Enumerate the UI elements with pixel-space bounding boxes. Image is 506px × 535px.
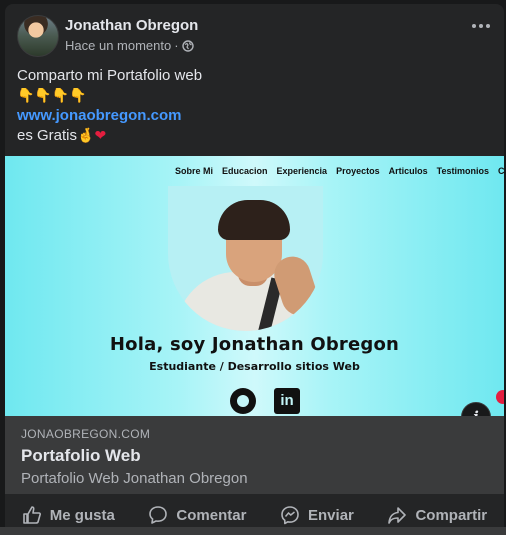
post-time[interactable]: Hace un momento bbox=[65, 38, 171, 53]
preview-nav-item: Experiencia bbox=[276, 166, 328, 176]
preview-hero-title: Hola, soy Jonathan Obregon bbox=[109, 334, 400, 355]
corner-badge-icon bbox=[496, 390, 504, 404]
preview-nav-item: Co bbox=[497, 166, 504, 176]
share-icon bbox=[388, 507, 407, 524]
post-text-line: Comparto mi Portafolio web bbox=[17, 67, 203, 84]
globe-icon[interactable] bbox=[181, 39, 194, 52]
preview-nav-item: Articulos bbox=[388, 166, 428, 176]
link-title[interactable]: Portafolio Web bbox=[21, 446, 141, 466]
send-label: Enviar bbox=[308, 506, 354, 524]
like-label: Me gusta bbox=[49, 506, 115, 524]
crossed-fingers-emoji: 🤞 bbox=[77, 128, 95, 144]
linkedin-icon: in bbox=[274, 388, 300, 414]
preview-hero-subtitle: Estudiante / Desarrollo sitios Web bbox=[149, 360, 360, 373]
preview-nav-item: Testimonios bbox=[436, 166, 489, 176]
post-text: Comparto mi Portafolio web 👇👇👇👇 www.jona… bbox=[17, 66, 202, 146]
heart-emoji: ❤ bbox=[94, 128, 107, 144]
preview-nav-item: Proyectos bbox=[336, 166, 380, 176]
link-description: Portafolio Web Jonathan Obregon bbox=[21, 470, 248, 487]
share-label: Compartir bbox=[415, 506, 488, 524]
post-meta: Hace un momento · bbox=[65, 38, 194, 53]
preview-nav-item: Educacion bbox=[222, 166, 268, 176]
feed-post: Jonathan Obregon Hace un momento · Compa… bbox=[5, 4, 504, 535]
link-domain: JONAOBREGON.COM bbox=[21, 427, 151, 441]
link-card[interactable]: JONAOBREGON.COM Portafolio Web Portafoli… bbox=[5, 416, 504, 494]
comment-icon bbox=[149, 506, 168, 524]
pointing-down-emojis: 👇👇👇👇 bbox=[17, 88, 87, 104]
preview-nav-item: Sobre Mi bbox=[175, 166, 214, 176]
share-button[interactable]: Compartir bbox=[387, 505, 487, 525]
preview-social-icons: in bbox=[230, 388, 300, 414]
meta-separator: · bbox=[174, 38, 179, 53]
link-preview-image[interactable]: Sobre Mi Educacion Experiencia Proyectos… bbox=[5, 156, 504, 416]
send-button[interactable]: Enviar bbox=[280, 505, 354, 525]
thumbs-up-icon bbox=[22, 506, 41, 524]
messenger-icon bbox=[281, 506, 299, 525]
profile-portrait bbox=[168, 186, 323, 331]
author-name[interactable]: Jonathan Obregon bbox=[65, 17, 198, 34]
more-options-icon[interactable] bbox=[472, 24, 490, 28]
like-button[interactable]: Me gusta bbox=[22, 505, 115, 525]
post-text-line-gratis: es Gratis bbox=[17, 127, 78, 144]
post-actions: Me gusta Comentar Enviar Compartir bbox=[5, 500, 504, 530]
next-post-edge bbox=[0, 527, 506, 535]
author-avatar[interactable] bbox=[17, 15, 59, 57]
preview-nav: Sobre Mi Educacion Experiencia Proyectos… bbox=[175, 166, 504, 176]
portfolio-link[interactable]: www.jonaobregon.com bbox=[17, 107, 181, 124]
github-icon bbox=[230, 388, 256, 414]
comment-label: Comentar bbox=[176, 506, 247, 524]
comment-button[interactable]: Comentar bbox=[148, 505, 246, 525]
